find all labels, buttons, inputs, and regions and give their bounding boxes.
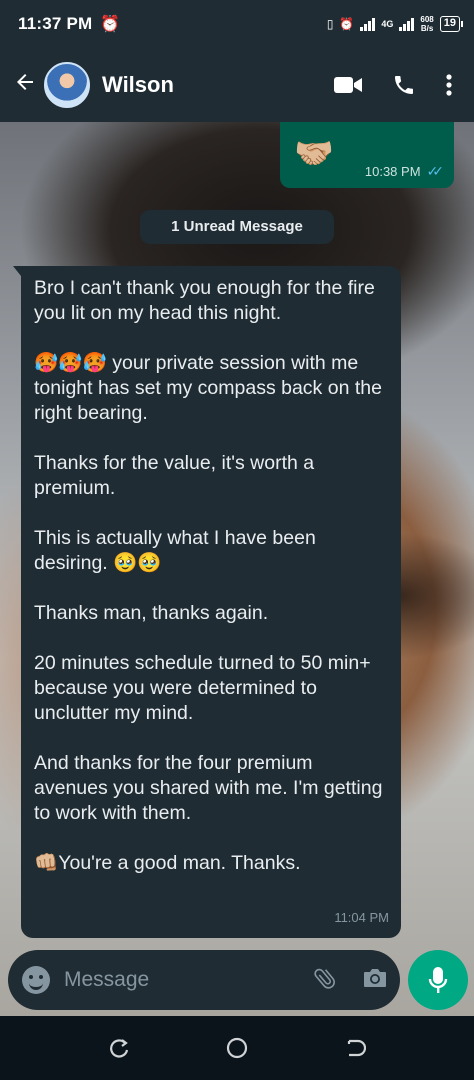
microphone-icon bbox=[428, 967, 448, 993]
back-nav-button[interactable] bbox=[335, 1028, 375, 1068]
system-nav-bar bbox=[0, 1016, 474, 1080]
incoming-message[interactable]: Bro I can't thank you enough for the fir… bbox=[13, 266, 401, 938]
network-speed-unit: B/s bbox=[420, 24, 434, 33]
unread-banner: 1 Unread Message bbox=[140, 210, 334, 244]
video-call-icon[interactable] bbox=[334, 75, 362, 95]
outgoing-message-emoji: 🤝🏼 bbox=[294, 135, 334, 171]
message-paragraph: Thanks for the value, it's worth a premi… bbox=[34, 452, 320, 499]
camera-icon[interactable] bbox=[362, 966, 388, 995]
message-paragraph: 👊🏼You're a good man. Thanks. bbox=[34, 852, 301, 874]
chat-header: Wilson bbox=[0, 48, 474, 122]
back-arrow-icon[interactable] bbox=[6, 70, 44, 101]
vibrate-icon: ▯ bbox=[326, 17, 334, 31]
voice-message-button[interactable] bbox=[408, 950, 468, 1010]
emoji-icon[interactable] bbox=[22, 966, 50, 994]
network-speed: 608 B/s bbox=[420, 15, 433, 33]
status-time: 11:37 PM bbox=[18, 14, 93, 33]
message-paragraph: Thanks man, thanks again. bbox=[34, 602, 269, 624]
status-icons: ▯ ⏰ 4G 608 B/s 19 bbox=[326, 15, 464, 33]
network-speed-value: 608 bbox=[420, 15, 434, 24]
more-vert-icon[interactable] bbox=[446, 74, 452, 96]
message-composer bbox=[8, 950, 400, 1010]
incoming-message-time: 11:04 PM bbox=[334, 910, 389, 925]
battery-indicator: 19 bbox=[439, 16, 464, 32]
read-receipt-icon: ✓✓ bbox=[426, 163, 445, 179]
phone-icon[interactable] bbox=[392, 73, 416, 97]
attach-icon[interactable] bbox=[312, 965, 338, 996]
alarm-icon: ⏰ bbox=[100, 16, 121, 33]
alarm-status-icon: ⏰ bbox=[339, 17, 355, 31]
chat-area[interactable]: 🤝🏼 10:38 PM ✓✓ 1 Unread Message Bro I ca… bbox=[0, 122, 474, 1016]
contact-name[interactable]: Wilson bbox=[102, 72, 174, 98]
signal-icon bbox=[360, 17, 376, 31]
outgoing-message-time: 10:38 PM bbox=[364, 164, 421, 179]
outgoing-message[interactable]: 🤝🏼 10:38 PM ✓✓ bbox=[280, 122, 454, 188]
message-paragraph: Bro I can't thank you enough for the fir… bbox=[34, 277, 381, 324]
avatar[interactable] bbox=[44, 62, 90, 108]
message-paragraph: This is actually what I have been desiri… bbox=[34, 527, 322, 574]
status-bar: 11:37 PM ⏰ ▯ ⏰ 4G 608 B/s 19 bbox=[0, 0, 474, 48]
home-button[interactable] bbox=[217, 1028, 257, 1068]
message-input[interactable] bbox=[64, 968, 274, 992]
message-paragraph: And thanks for the four premium avenues … bbox=[34, 752, 388, 824]
signal-icon-2 bbox=[399, 17, 415, 31]
recent-apps-button[interactable] bbox=[99, 1028, 139, 1068]
message-paragraph: 20 minutes schedule turned to 50 min+ be… bbox=[34, 652, 377, 724]
message-paragraph: 🥵🥵🥵 your private session with me tonight… bbox=[34, 352, 388, 424]
network-type: 4G bbox=[381, 19, 394, 29]
